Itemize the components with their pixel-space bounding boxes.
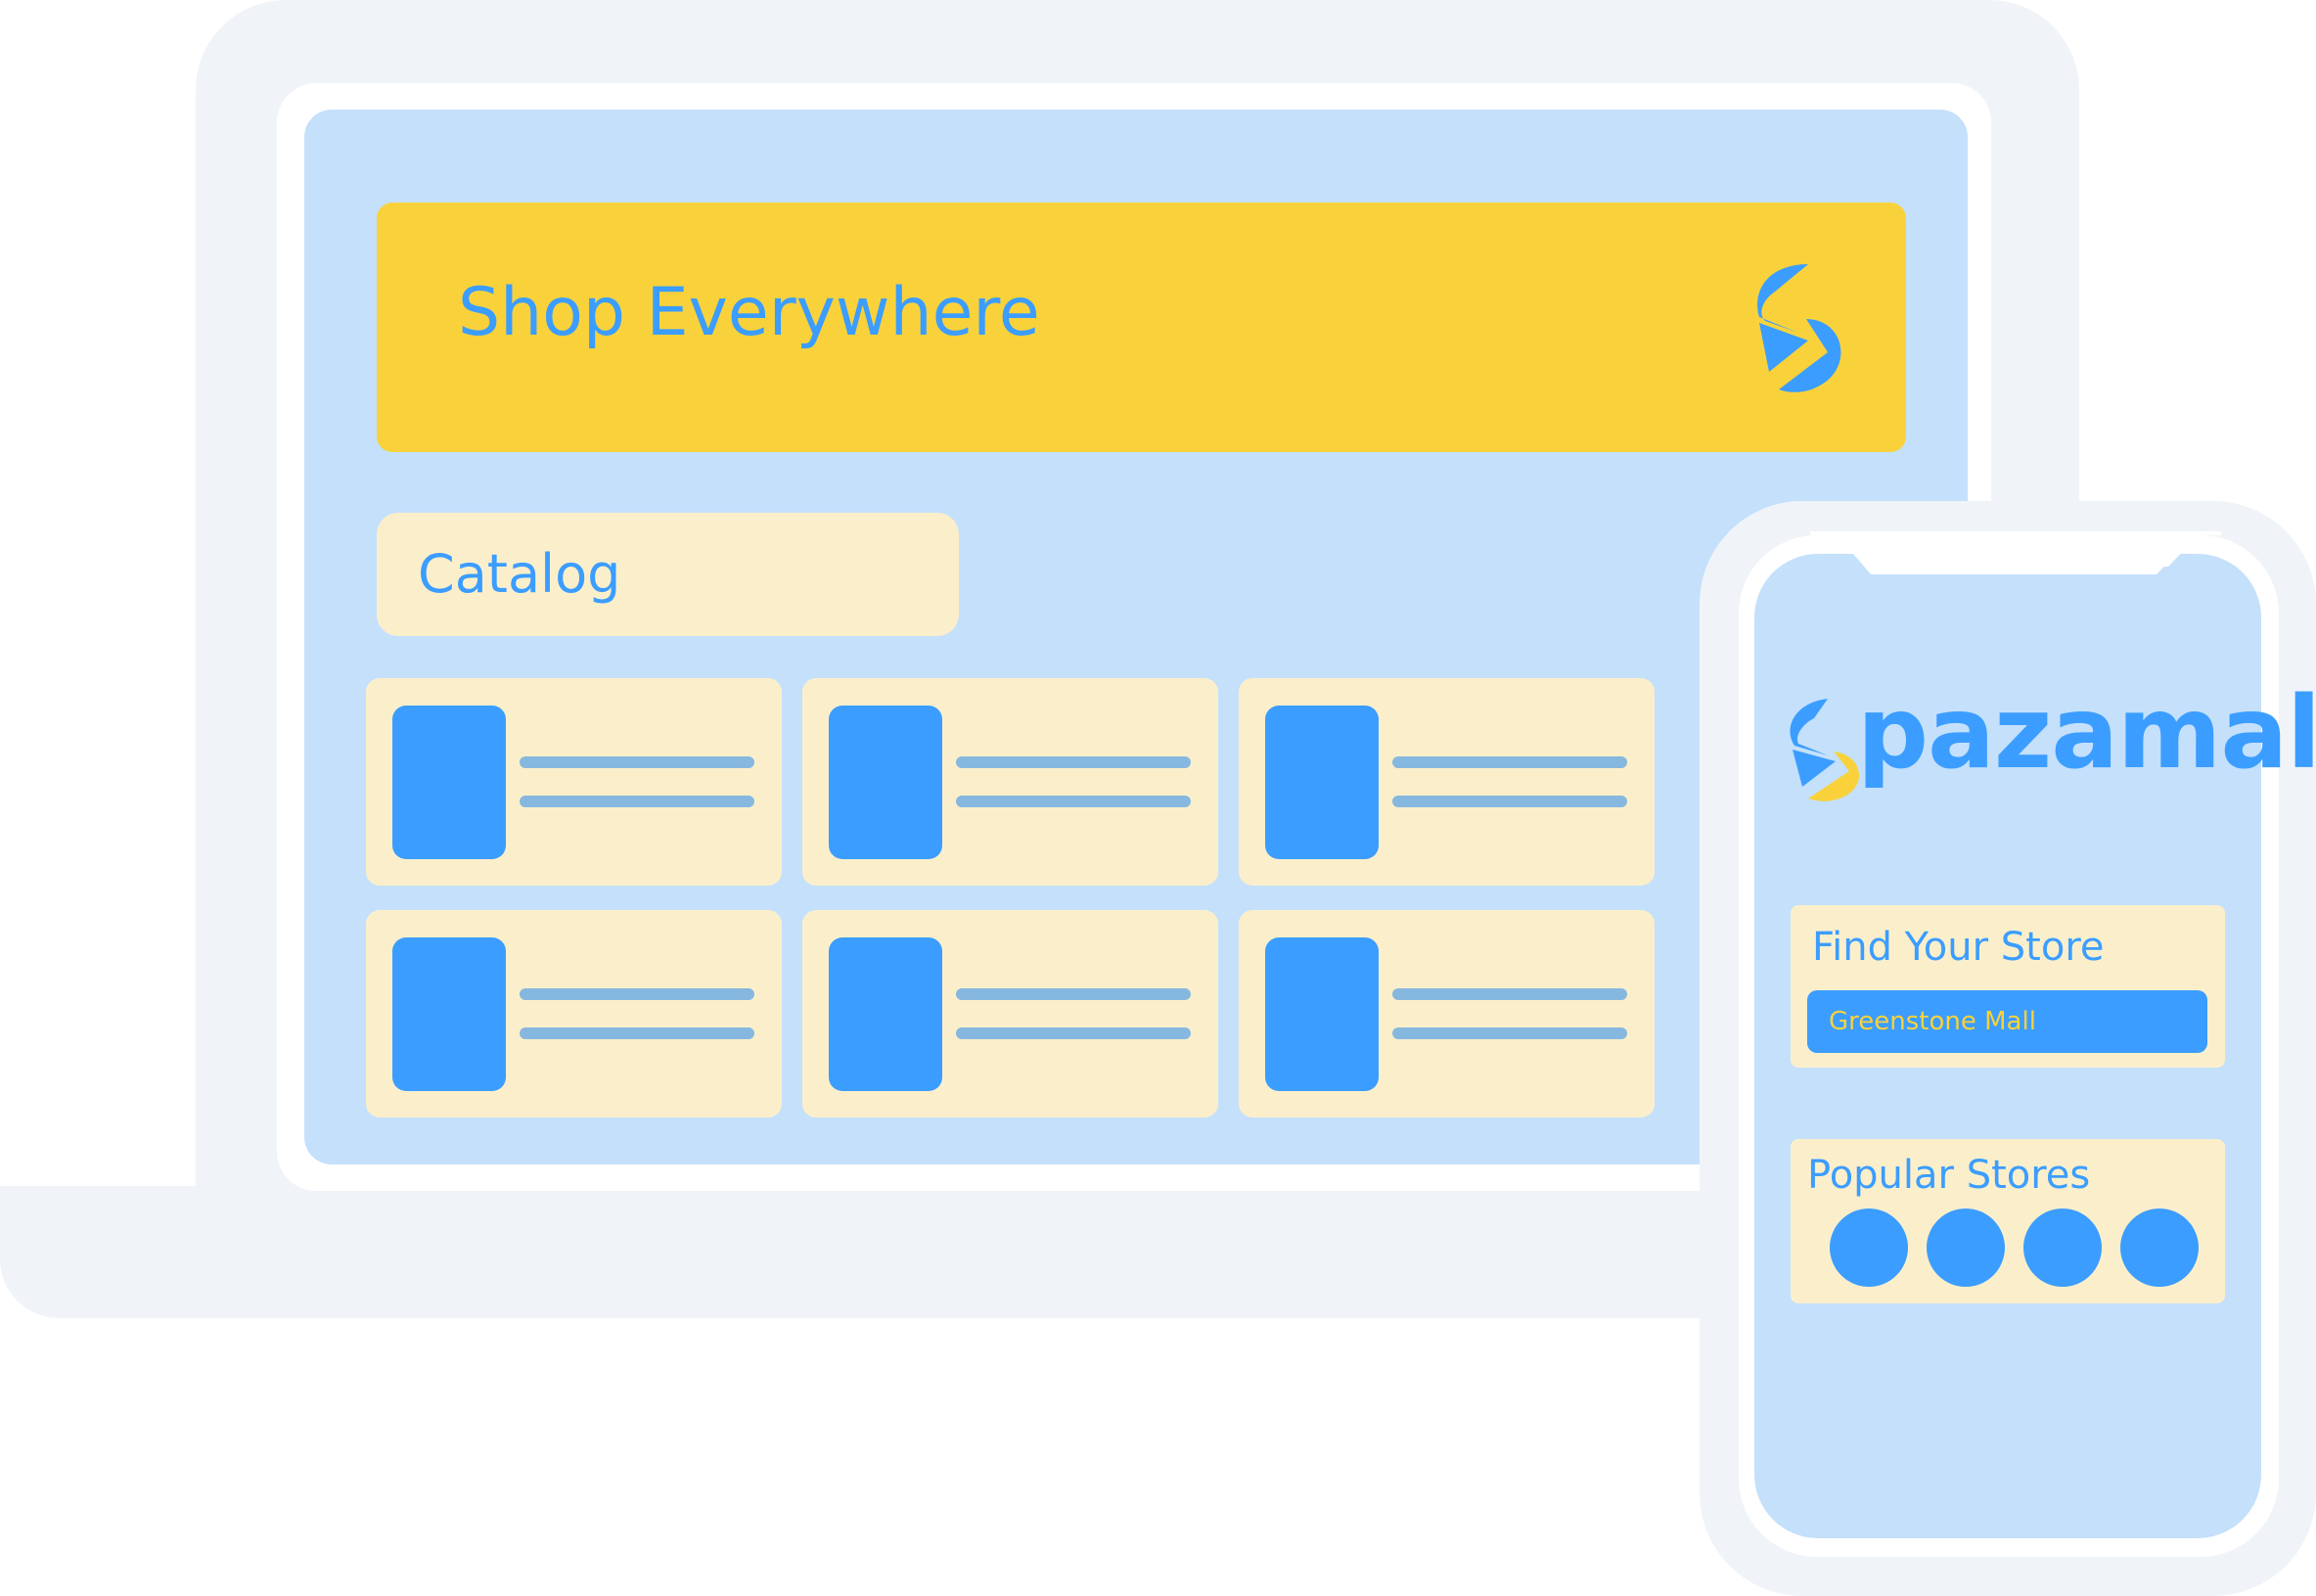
product-image-placeholder xyxy=(392,937,506,1091)
spazamall-logo-icon[interactable] xyxy=(1751,262,1849,394)
product-card[interactable] xyxy=(366,910,782,1117)
product-card[interactable] xyxy=(1239,910,1655,1117)
product-detail-placeholder xyxy=(520,796,754,807)
catalog-label: Catalog xyxy=(418,543,621,605)
product-title-placeholder xyxy=(956,756,1191,768)
brand-wordmark: pazamall xyxy=(1857,675,2316,792)
product-card[interactable] xyxy=(1239,678,1655,886)
store-avatar[interactable] xyxy=(2120,1208,2199,1287)
product-title-placeholder xyxy=(520,756,754,768)
hero-title: Shop Everywhere xyxy=(458,274,1040,351)
product-detail-placeholder xyxy=(1392,796,1627,807)
store-avatar[interactable] xyxy=(1927,1208,2005,1287)
product-image-placeholder xyxy=(392,706,506,859)
product-title-placeholder xyxy=(956,988,1191,1000)
find-store-title: Find Your Store xyxy=(1812,925,2105,970)
product-card[interactable] xyxy=(802,910,1218,1117)
store-select-input[interactable]: Greenstone Mall xyxy=(1807,990,2207,1053)
product-image-placeholder xyxy=(829,706,942,859)
store-avatar[interactable] xyxy=(2023,1208,2102,1287)
product-detail-placeholder xyxy=(520,1027,754,1039)
popular-stores-title: Popular Stores xyxy=(1807,1153,2091,1198)
product-detail-placeholder xyxy=(956,1027,1191,1039)
store-avatar[interactable] xyxy=(1830,1208,1908,1287)
product-card[interactable] xyxy=(802,678,1218,886)
phone-notch xyxy=(1810,531,2221,574)
product-title-placeholder xyxy=(520,988,754,1000)
product-image-placeholder xyxy=(1265,706,1379,859)
product-image-placeholder xyxy=(829,937,942,1091)
product-image-placeholder xyxy=(1265,937,1379,1091)
product-card[interactable] xyxy=(366,678,782,886)
product-detail-placeholder xyxy=(1392,1027,1627,1039)
product-detail-placeholder xyxy=(956,796,1191,807)
product-title-placeholder xyxy=(1392,988,1627,1000)
product-title-placeholder xyxy=(1392,756,1627,768)
